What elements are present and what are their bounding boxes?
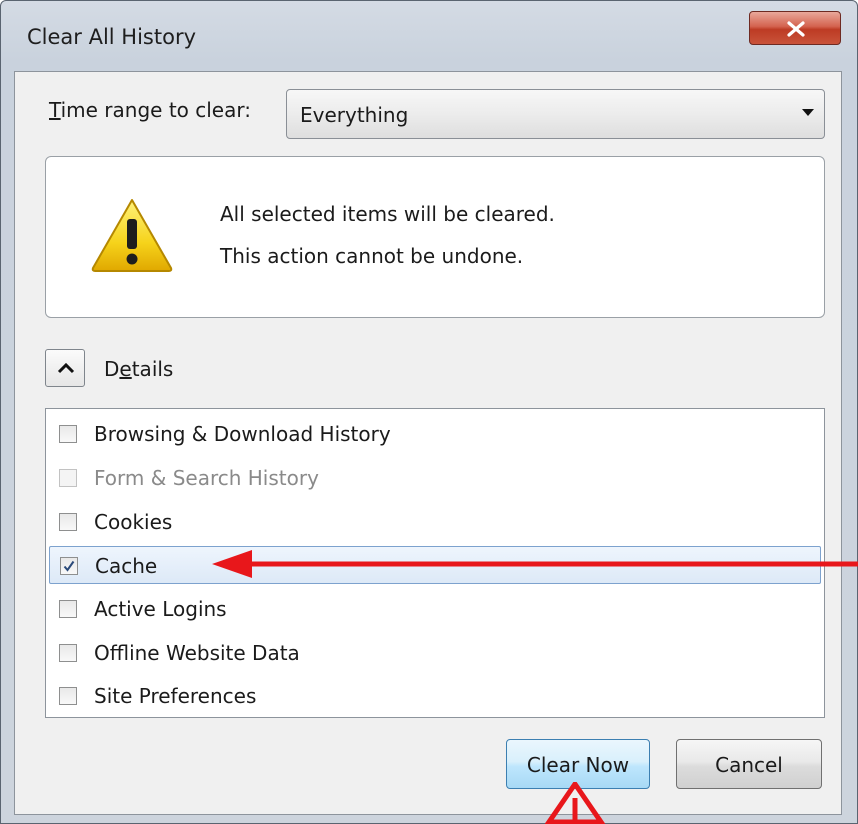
annotation-arrow-up-icon <box>545 782 605 824</box>
time-range-label-text: ime range to clear: <box>60 98 251 122</box>
item-label: Site Preferences <box>94 684 257 708</box>
list-item-site-preferences[interactable]: Site Preferences <box>49 677 821 715</box>
dialog-client-area: Time range to clear: Everything All sele… <box>14 71 842 815</box>
details-label-text: tails <box>131 357 174 381</box>
checkmark-icon <box>63 560 75 572</box>
checkbox-offline-website-data[interactable] <box>59 644 77 662</box>
chevron-down-icon <box>802 109 814 116</box>
cancel-button[interactable]: Cancel <box>676 739 822 789</box>
annotation-arrow-left-icon <box>212 550 858 578</box>
checkbox-browsing-download-history[interactable] <box>59 425 77 443</box>
time-range-value: Everything <box>300 103 409 127</box>
checkbox-cookies[interactable] <box>59 513 77 531</box>
item-label: Active Logins <box>94 597 227 621</box>
dialog-window: Clear All History Time range to clear: E… <box>0 0 858 824</box>
item-label: Form & Search History <box>94 466 319 490</box>
list-item-cookies[interactable]: Cookies <box>49 503 821 541</box>
warning-text-line1: All selected items will be cleared. <box>220 202 555 226</box>
item-label: Offline Website Data <box>94 641 300 665</box>
time-range-dropdown[interactable]: Everything <box>286 89 825 139</box>
details-label-prefix: D <box>104 357 120 381</box>
close-icon <box>787 21 805 37</box>
item-label: Cache <box>95 554 158 578</box>
checkbox-active-logins[interactable] <box>59 600 77 618</box>
close-button[interactable] <box>749 11 841 45</box>
list-item-form-search-history: Form & Search History <box>49 459 821 497</box>
details-toggle-button[interactable] <box>45 349 85 387</box>
time-range-label: Time range to clear: <box>49 98 251 122</box>
time-range-label-mnemonic: T <box>49 98 61 122</box>
details-label-mnemonic: e <box>119 357 132 381</box>
checkbox-site-preferences[interactable] <box>59 687 77 705</box>
title-bar[interactable]: Clear All History <box>1 1 857 71</box>
item-label: Cookies <box>94 510 173 534</box>
list-item-offline-website-data[interactable]: Offline Website Data <box>49 634 821 672</box>
chevron-up-icon <box>57 362 75 374</box>
warning-triangle-icon <box>91 199 173 272</box>
window-title: Clear All History <box>27 25 197 49</box>
warning-text-line2: This action cannot be undone. <box>220 244 524 268</box>
checkbox-form-search-history <box>59 469 77 487</box>
list-item-browsing-download-history[interactable]: Browsing & Download History <box>49 415 821 453</box>
item-label: Browsing & Download History <box>94 422 391 446</box>
checkbox-cache[interactable] <box>60 557 78 575</box>
details-label: Details <box>104 357 173 381</box>
list-item-active-logins[interactable]: Active Logins <box>49 590 821 628</box>
warning-panel: All selected items will be cleared. This… <box>45 156 825 318</box>
